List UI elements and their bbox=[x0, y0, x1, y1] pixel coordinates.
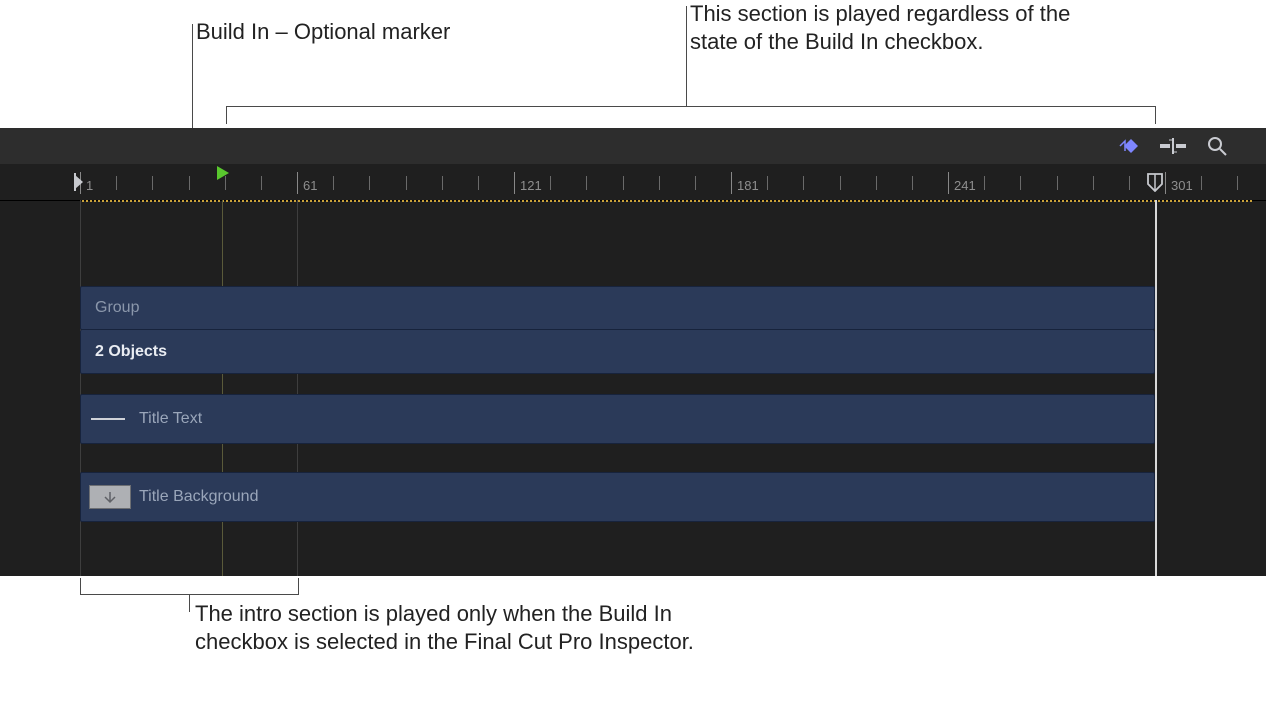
ruler-minor-tick bbox=[840, 176, 841, 190]
group-objects-clip[interactable]: 2 Objects bbox=[80, 330, 1155, 374]
ruler-major-tick bbox=[1165, 172, 1166, 194]
bracket-top-leader bbox=[686, 6, 687, 106]
ruler-minor-tick bbox=[333, 176, 334, 190]
ruler-minor-tick bbox=[876, 176, 877, 190]
snapping-icon bbox=[1160, 138, 1186, 154]
ruler-tick-label: 61 bbox=[303, 178, 317, 193]
zoom-icon bbox=[1207, 136, 1227, 156]
ruler-major-tick bbox=[948, 172, 949, 194]
ruler-major-tick bbox=[297, 172, 298, 194]
ruler-minor-tick bbox=[369, 176, 370, 190]
show-keyframes-button[interactable] bbox=[1116, 133, 1146, 159]
ruler-minor-tick bbox=[767, 176, 768, 190]
ruler-minor-tick bbox=[189, 176, 190, 190]
bracket-top-right-drop bbox=[1155, 106, 1156, 124]
ruler-major-tick bbox=[731, 172, 732, 194]
ruler-minor-tick bbox=[116, 176, 117, 190]
ruler-minor-tick bbox=[152, 176, 153, 190]
ruler-minor-tick bbox=[1020, 176, 1021, 190]
image-layer-thumb-icon bbox=[89, 485, 131, 509]
ruler-minor-tick bbox=[695, 176, 696, 190]
timeline-panel: 1 61 121 181 241 301 Group bbox=[0, 128, 1266, 576]
in-point-handle[interactable] bbox=[72, 164, 86, 200]
ruler-minor-tick bbox=[1057, 176, 1058, 190]
ruler-minor-tick bbox=[1093, 176, 1094, 190]
ruler-minor-tick bbox=[1237, 176, 1238, 190]
ruler-minor-tick bbox=[1201, 176, 1202, 190]
group-clip[interactable]: Group bbox=[80, 286, 1155, 330]
group-label: Group bbox=[81, 299, 139, 317]
bracket-bottom-leader bbox=[189, 594, 190, 612]
snapping-button[interactable] bbox=[1158, 133, 1188, 159]
ruler-minor-tick bbox=[1129, 176, 1130, 190]
out-point-icon bbox=[1146, 172, 1164, 192]
ruler-ticks: 1 61 121 181 241 301 bbox=[0, 164, 1266, 200]
timeline-ruler[interactable]: 1 61 121 181 241 301 bbox=[0, 164, 1266, 201]
ruler-minor-tick bbox=[478, 176, 479, 190]
ruler-tick-label: 121 bbox=[520, 178, 542, 193]
build-in-marker[interactable] bbox=[214, 164, 232, 200]
callout-main-section: This section is played regardless of the… bbox=[690, 0, 1110, 56]
ruler-tick-label: 181 bbox=[737, 178, 759, 193]
keyframe-diamond-icon bbox=[1119, 138, 1143, 154]
ruler-minor-tick bbox=[659, 176, 660, 190]
timeline-tracks[interactable]: Group 2 Objects Title Text Title Backgro… bbox=[0, 200, 1266, 576]
bracket-top-left-drop bbox=[226, 106, 227, 124]
ruler-minor-tick bbox=[442, 176, 443, 190]
ruler-minor-tick bbox=[406, 176, 407, 190]
title-text-clip[interactable]: Title Text bbox=[80, 394, 1155, 444]
ruler-minor-tick bbox=[261, 176, 262, 190]
title-background-clip[interactable]: Title Background bbox=[80, 472, 1155, 522]
bracket-bottom-right bbox=[298, 578, 299, 594]
in-point-icon bbox=[73, 173, 85, 191]
timeline-toolbar bbox=[0, 128, 1266, 165]
ruler-major-tick bbox=[514, 172, 515, 194]
ruler-minor-tick bbox=[623, 176, 624, 190]
text-layer-thumb-icon bbox=[91, 418, 125, 420]
ruler-tick-label: 301 bbox=[1171, 178, 1193, 193]
objects-count-label: 2 Objects bbox=[81, 343, 167, 361]
ruler-minor-tick bbox=[550, 176, 551, 190]
ruler-minor-tick bbox=[803, 176, 804, 190]
ruler-tick-label: 1 bbox=[86, 178, 93, 193]
bracket-bottom-left bbox=[80, 578, 81, 594]
ruler-tick-label: 241 bbox=[954, 178, 976, 193]
ruler-minor-tick bbox=[912, 176, 913, 190]
callout-build-in-marker: Build In – Optional marker bbox=[196, 18, 456, 46]
ruler-minor-tick bbox=[586, 176, 587, 190]
callout-intro-section: The intro section is played only when th… bbox=[195, 600, 695, 656]
zoom-button[interactable] bbox=[1202, 133, 1232, 159]
bracket-top-bar bbox=[226, 106, 1155, 107]
ruler-minor-tick bbox=[984, 176, 985, 190]
out-point-handle[interactable] bbox=[1146, 164, 1164, 200]
marker-arrow-icon bbox=[215, 164, 231, 182]
